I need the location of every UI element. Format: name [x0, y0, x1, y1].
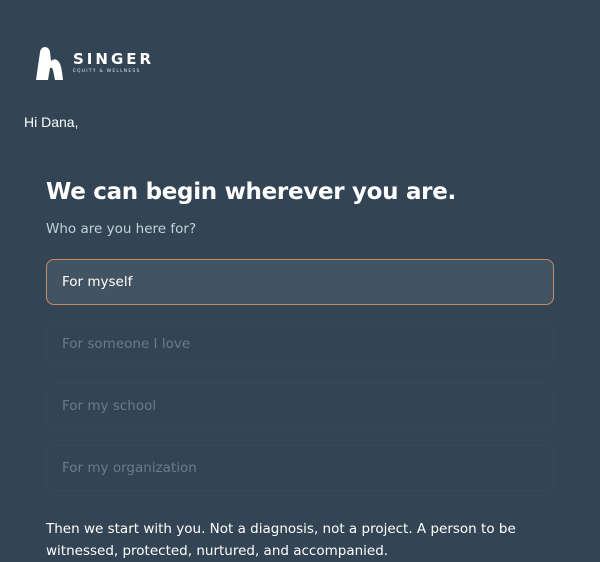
question-card: We can begin wherever you are. Who are y… [46, 176, 554, 507]
option-for-my-organization[interactable]: For my organization [46, 445, 554, 491]
option-for-myself[interactable]: For myself [46, 259, 554, 305]
greeting: Hi Dana, [24, 114, 79, 130]
question-label: Who are you here for? [46, 221, 197, 237]
singer-logo-mark-icon [36, 47, 63, 80]
option-for-someone-i-love[interactable]: For someone I love [46, 321, 554, 367]
intro-paragraph: Then we start with you. Not a diagnosis,… [46, 521, 516, 559]
option-for-my-school[interactable]: For my school [46, 383, 554, 429]
brand-logo: SINGER EQUITY & WELLNESS [34, 46, 154, 80]
options-list: For myself For someone I love For my sch… [46, 259, 554, 491]
brand-tagline: EQUITY & WELLNESS [73, 69, 141, 74]
brand-name: SINGER [73, 50, 155, 68]
page-title: We can begin wherever you are. [46, 179, 456, 205]
